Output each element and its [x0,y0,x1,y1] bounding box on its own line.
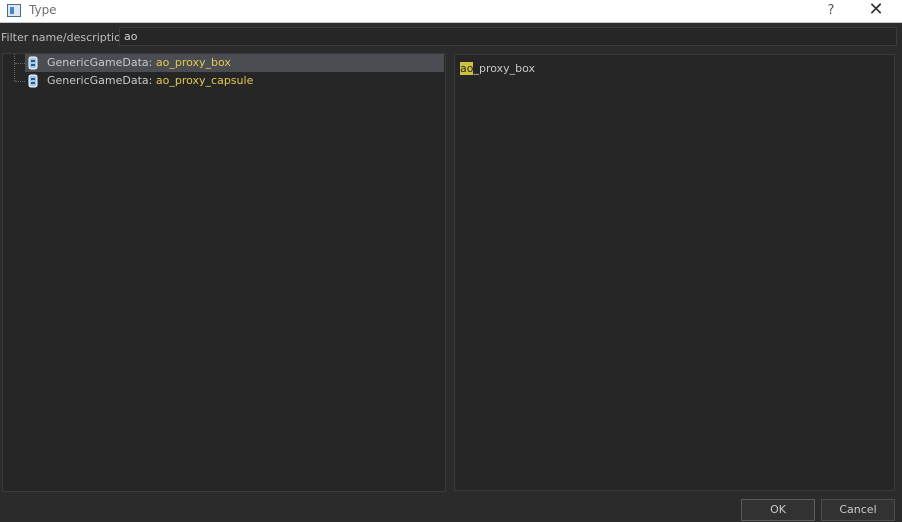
type-tree[interactable]: GenericGameData: ao_proxy_box GenericGam… [2,53,446,492]
tree-item-label: GenericGameData: ao_proxy_capsule [47,74,254,87]
preview-match: ao [460,62,474,75]
title-bar: Type ? ✕ [0,0,902,23]
description-preview: ao_proxy_box [454,54,895,491]
filter-label: Filter name/description: [1,31,132,44]
cancel-button[interactable]: Cancel [821,499,895,521]
preview-rest: _proxy_box [473,62,536,75]
window-icon [7,4,21,17]
filter-input[interactable] [119,27,897,46]
help-button[interactable]: ? [820,0,842,22]
window-title: Type [29,3,57,17]
close-button[interactable]: ✕ [862,0,890,22]
preview-text: ao_proxy_box [460,62,535,75]
tree-item-ao-proxy-box[interactable]: GenericGameData: ao_proxy_box [3,54,444,72]
ok-button[interactable]: OK [741,499,815,521]
game-data-icon [28,56,38,70]
tree-item-ao-proxy-capsule[interactable]: GenericGameData: ao_proxy_capsule [3,72,444,90]
game-data-icon [28,74,38,88]
tree-item-label: GenericGameData: ao_proxy_box [47,56,231,69]
